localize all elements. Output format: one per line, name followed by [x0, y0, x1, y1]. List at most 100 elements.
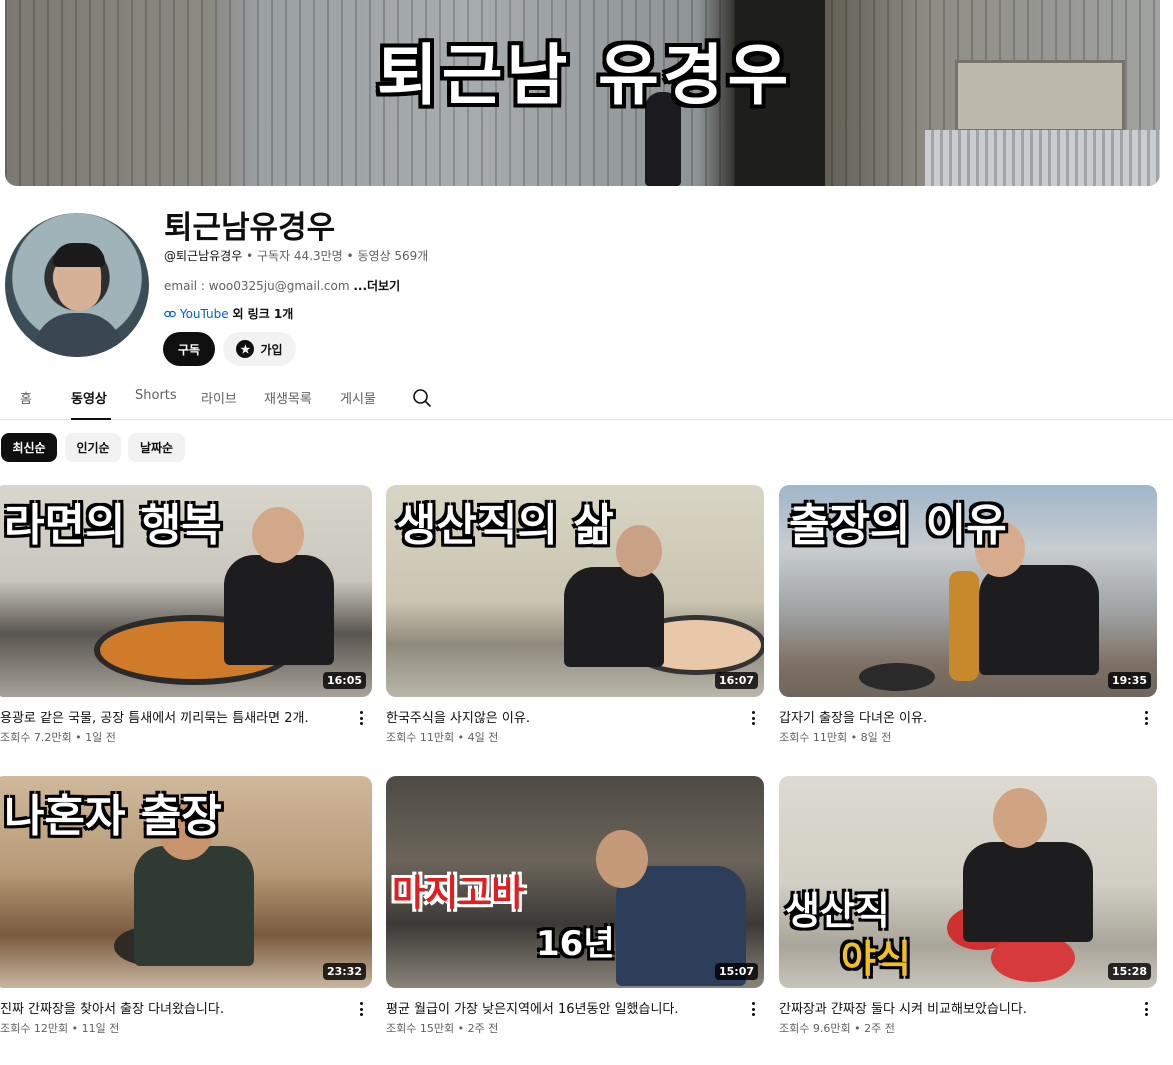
video-card[interactable]: 라면의 행복 16:05 용광로 같은 국물, 공장 틈새에서 끼리묵는 틈새라… [0, 485, 372, 744]
meta-separator: • [346, 249, 354, 263]
video-views: 조회수 7.2만회 [0, 731, 72, 744]
video-duration: 15:28 [1107, 963, 1151, 980]
thumb-person [963, 842, 1093, 942]
banner-fence [925, 130, 1160, 186]
video-thumbnail[interactable]: 나혼자 출장 23:32 [0, 776, 372, 988]
channel-avatar[interactable] [5, 213, 149, 357]
thumb-person [134, 846, 254, 966]
thumb-overlay-text: 마지고바 [392, 873, 525, 914]
subscribe-button[interactable]: 구독 [163, 332, 215, 366]
video-meta: 조회수 15만회 • 2주 전 [386, 1022, 499, 1035]
tab-active-indicator [71, 418, 111, 420]
thumb-head [616, 525, 662, 577]
chip-popular[interactable]: 인기순 [65, 433, 121, 462]
video-count: 동영상 569개 [357, 249, 429, 263]
thumb-overlay-subtext: 야식 [841, 937, 911, 981]
video-card[interactable]: 생산직의 삶 16:07 한국주식을 사지않은 이유. 조회수 11만회 • 4… [386, 485, 764, 744]
video-card[interactable]: 생산직 야식 15:28 간짜장과 갼짜장 둘다 시켜 비교해보았습니다. 조회… [779, 776, 1157, 1035]
more-link[interactable]: ...더보기 [353, 279, 400, 293]
video-views: 조회수 11만회 [779, 731, 848, 744]
link-icon [164, 307, 180, 321]
video-views: 조회수 15만회 [386, 1022, 455, 1035]
join-label: 가입 [260, 342, 283, 357]
video-title[interactable]: 갑자기 출장을 다녀온 이유. [779, 707, 1119, 726]
more-actions-icon[interactable] [354, 709, 368, 727]
video-meta: 조회수 12만회 • 11일 전 [0, 1022, 120, 1035]
video-duration: 16:07 [714, 672, 758, 689]
banner-title: 퇴근남 유경우 [377, 37, 793, 114]
chip-latest[interactable]: 최신순 [1, 433, 57, 462]
video-title[interactable]: 한국주식을 사지않은 이유. [386, 707, 726, 726]
video-age: 11일 전 [81, 1022, 120, 1035]
thumb-head [993, 788, 1047, 848]
thumb-person [979, 565, 1099, 675]
tab-shorts[interactable]: Shorts [135, 388, 177, 403]
star-icon: ★ [236, 340, 255, 358]
video-duration: 16:05 [322, 672, 366, 689]
video-age: 8일 전 [860, 731, 892, 744]
video-card[interactable]: 마지고바 16년 15:07 평균 월급이 가장 낮은지역에서 16년동안 일했… [386, 776, 764, 1035]
video-card[interactable]: 나혼자 출장 23:32 진짜 간짜장을 찾아서 출장 다녀왔습니다. 조회수 … [0, 776, 372, 1035]
thumb-overlay-text: 라면의 행복 [4, 500, 222, 551]
video-thumbnail[interactable]: 출장의 이유 19:35 [779, 485, 1157, 697]
channel-links[interactable]: YouTube 외 링크 1개 [164, 305, 293, 322]
youtube-link[interactable]: YouTube [180, 307, 229, 321]
thumb-overlay-text: 나혼자 출장 [4, 791, 222, 842]
subscriber-count: 구독자 44.3만명 [256, 249, 343, 263]
video-meta: 조회수 11만회 • 8일 전 [779, 731, 892, 744]
channel-handle: @퇴근남유경우 [164, 249, 243, 263]
video-duration: 15:07 [714, 963, 758, 980]
meta-separator: • [246, 249, 254, 263]
video-card[interactable]: 출장의 이유 19:35 갑자기 출장을 다녀온 이유. 조회수 11만회 • … [779, 485, 1157, 744]
thumb-head [252, 507, 304, 563]
channel-meta: @퇴근남유경우 • 구독자 44.3만명 • 동영상 569개 [164, 247, 428, 264]
video-title[interactable]: 간짜장과 갼짜장 둘다 시켜 비교해보았습니다. [779, 998, 1119, 1017]
tab-live[interactable]: 라이브 [201, 388, 237, 407]
video-title[interactable]: 용광로 같은 국물, 공장 틈새에서 끼리묵는 틈새라면 2개. [0, 707, 340, 726]
video-duration: 23:32 [322, 963, 366, 980]
thumb-person [564, 567, 664, 667]
join-button[interactable]: ★ 가입 [223, 332, 296, 366]
video-age: 2주 전 [864, 1022, 895, 1035]
video-title[interactable]: 진짜 간짜장을 찾아서 출장 다녀왔습니다. [0, 998, 340, 1017]
channel-description[interactable]: email : woo0325ju@gmail.com ...더보기 [164, 277, 400, 294]
thumb-grill [859, 663, 935, 691]
tab-playlists[interactable]: 재생목록 [264, 388, 312, 407]
thumb-overlay-text: 출장의 이유 [789, 500, 1007, 551]
channel-name: 퇴근남유경우 [164, 210, 336, 246]
video-age: 1일 전 [85, 731, 116, 744]
thumb-overlay-text: 생산직 [785, 889, 890, 933]
more-actions-icon[interactable] [354, 1000, 368, 1018]
video-meta: 조회수 7.2만회 • 1일 전 [0, 731, 116, 744]
thumb-overlay-subtext: 16년 [536, 924, 615, 964]
video-meta: 조회수 11만회 • 4일 전 [386, 731, 499, 744]
video-title[interactable]: 평균 월급이 가장 낮은지역에서 16년동안 일했습니다. [386, 998, 726, 1017]
thumb-overlay-text: 생산직의 삶 [396, 500, 614, 551]
more-actions-icon[interactable] [746, 709, 760, 727]
video-views: 조회수 12만회 [0, 1022, 69, 1035]
thumb-bottle [949, 571, 979, 681]
video-views: 조회수 9.6만회 [779, 1022, 851, 1035]
video-thumbnail[interactable]: 마지고바 16년 15:07 [386, 776, 764, 988]
video-age: 2주 전 [467, 1022, 499, 1035]
chip-oldest[interactable]: 날짜순 [128, 433, 185, 462]
more-actions-icon[interactable] [1139, 1000, 1153, 1018]
channel-banner: 퇴근남 유경우 [5, 0, 1160, 186]
more-actions-icon[interactable] [1139, 709, 1153, 727]
video-meta: 조회수 9.6만회 • 2주 전 [779, 1022, 895, 1035]
thumb-person [224, 555, 334, 665]
tab-videos[interactable]: 동영상 [71, 388, 107, 407]
video-views: 조회수 11만회 [386, 731, 455, 744]
more-actions-icon[interactable] [746, 1000, 760, 1018]
tab-posts[interactable]: 게시물 [340, 388, 376, 407]
video-thumbnail[interactable]: 생산직의 삶 16:07 [386, 485, 764, 697]
video-age: 4일 전 [467, 731, 499, 744]
video-thumbnail[interactable]: 생산직 야식 15:28 [779, 776, 1157, 988]
search-icon[interactable] [412, 388, 432, 408]
video-thumbnail[interactable]: 라면의 행복 16:05 [0, 485, 372, 697]
thumb-head [596, 830, 648, 888]
channel-tabs: 홈 동영상 Shorts 라이브 재생목록 게시물 [0, 378, 1173, 420]
tab-home[interactable]: 홈 [20, 388, 32, 407]
description-text: email : woo0325ju@gmail.com [164, 279, 350, 293]
extra-links[interactable]: 외 링크 1개 [232, 307, 293, 321]
